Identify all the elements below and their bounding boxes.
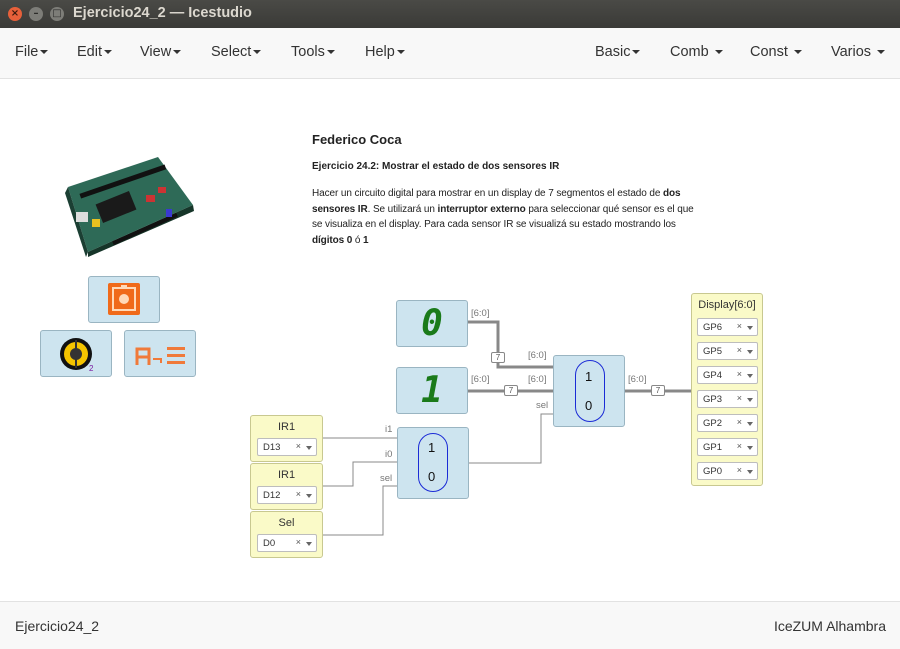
digit-0-block[interactable]: 0 (396, 300, 468, 347)
chevron-down-icon (793, 50, 802, 55)
chevron-down-icon (104, 50, 112, 55)
input-ir1-b[interactable]: IR1 D12 × (250, 463, 323, 510)
menu-tools[interactable]: Tools (291, 44, 335, 60)
pin-select[interactable]: D12 × (257, 486, 317, 504)
chevron-down-icon[interactable] (747, 398, 753, 402)
clear-icon[interactable]: × (737, 441, 742, 451)
input-sel[interactable]: Sel D0 × (250, 511, 323, 558)
port-label-sel: sel (380, 473, 393, 484)
menu-help[interactable]: Help (365, 44, 405, 60)
input-name: IR1 (277, 421, 296, 433)
clear-icon[interactable]: × (737, 345, 742, 355)
minimize-window-icon[interactable]: – (29, 7, 43, 21)
pin-select-gp4[interactable]: GP4 × (697, 366, 758, 384)
maximize-window-icon[interactable]: □ (50, 7, 64, 21)
clear-icon[interactable]: × (296, 441, 301, 451)
chevron-down-icon (173, 50, 182, 55)
mux-input-1: 1 (428, 440, 436, 455)
design-canvas[interactable]: 2 Federico Coca Ejercicio 24.2: Mostrar … (0, 79, 900, 601)
chevron-down-icon (877, 50, 886, 55)
bit-mux-block[interactable]: 1 0 (397, 427, 469, 499)
chevron-down-icon[interactable] (306, 542, 312, 546)
pin-select-gp2[interactable]: GP2 × (697, 414, 758, 432)
clear-icon[interactable]: × (737, 417, 742, 427)
project-name: Ejercicio24_2 (15, 618, 100, 634)
chevron-down-icon[interactable] (306, 446, 312, 450)
pin-select-gp3[interactable]: GP3 × (697, 390, 758, 408)
bus-width-badge: 7 (504, 385, 518, 396)
bus-label: [6:0] (628, 374, 647, 385)
bus-width-badge: 7 (491, 352, 505, 363)
chevron-down-icon[interactable] (306, 494, 312, 498)
chevron-down-icon[interactable] (747, 326, 753, 330)
window-titlebar: × – □ Ejercicio24_2 — Icestudio (0, 0, 900, 28)
chevron-down-icon (40, 50, 49, 55)
clear-icon[interactable]: × (296, 537, 301, 547)
board-name[interactable]: IceZUM Alhambra (774, 618, 886, 634)
menu-comb[interactable]: Comb (670, 44, 723, 60)
pin-select-gp0[interactable]: GP0 × (697, 462, 758, 480)
clear-icon[interactable]: × (737, 369, 742, 379)
pin-select[interactable]: D0 × (257, 534, 317, 552)
bus-mux-block[interactable]: 1 0 (553, 355, 625, 427)
mux-input-0: 0 (585, 398, 593, 413)
pin-select-gp6[interactable]: GP6 × (697, 318, 758, 336)
bus-width-badge: 7 (651, 385, 665, 396)
status-bar: Ejercicio24_2 IceZUM Alhambra (0, 601, 900, 649)
bus-label: [6:0] (528, 350, 547, 361)
bus-label: [6:0] (471, 374, 490, 385)
chevron-down-icon[interactable] (747, 470, 753, 474)
chevron-down-icon (253, 50, 262, 55)
digit-0: 0 (421, 303, 443, 344)
menu-basic[interactable]: Basic (595, 44, 641, 60)
chevron-down-icon[interactable] (747, 446, 753, 450)
input-name: IR1 (277, 469, 296, 481)
chevron-down-icon (714, 50, 723, 55)
clear-icon[interactable]: × (296, 489, 301, 499)
pin-select[interactable]: D13 × (257, 438, 317, 456)
menu-view[interactable]: View (140, 44, 182, 60)
port-label-i1: i1 (385, 424, 393, 435)
input-name: Sel (278, 517, 295, 529)
clear-icon[interactable]: × (737, 393, 742, 403)
chevron-down-icon[interactable] (747, 350, 753, 354)
close-window-icon[interactable]: × (8, 7, 22, 21)
chevron-down-icon[interactable] (747, 374, 753, 378)
bus-label: [6:0] (528, 374, 547, 385)
bus-label: [6:0] (471, 308, 490, 319)
window-title: Ejercicio24_2 — Icestudio (73, 5, 252, 21)
mux-input-0: 0 (428, 469, 436, 484)
mux-input-1: 1 (585, 369, 593, 384)
menubar: File Edit View Select Tools Help Basic C… (0, 28, 900, 79)
clear-icon[interactable]: × (737, 465, 742, 475)
pin-select-gp5[interactable]: GP5 × (697, 342, 758, 360)
chevron-down-icon (326, 50, 335, 55)
menu-file[interactable]: File (15, 44, 49, 60)
chevron-down-icon[interactable] (747, 422, 753, 426)
port-label-sel: sel (536, 400, 549, 411)
menu-const[interactable]: Const (750, 44, 802, 60)
menu-select[interactable]: Select (211, 44, 262, 60)
wire-sel-top (468, 413, 553, 464)
digit-1: 1 (421, 370, 443, 411)
port-label-i0: i0 (385, 449, 393, 460)
pin-select-gp1[interactable]: GP1 × (697, 438, 758, 456)
digit-1-block[interactable]: 1 (396, 367, 468, 414)
menu-varios[interactable]: Varios (831, 44, 886, 60)
chevron-down-icon (632, 50, 641, 55)
output-display-block[interactable]: Display[6:0] GP6 × GP5 × GP4 × GP3 × GP2 × GP… (691, 293, 763, 486)
menu-edit[interactable]: Edit (77, 44, 112, 60)
clear-icon[interactable]: × (737, 321, 742, 331)
chevron-down-icon (396, 50, 405, 55)
output-name: Display[6:0] (698, 299, 756, 311)
input-ir1-a[interactable]: IR1 D13 × (250, 415, 323, 462)
wire-sel (323, 485, 397, 536)
